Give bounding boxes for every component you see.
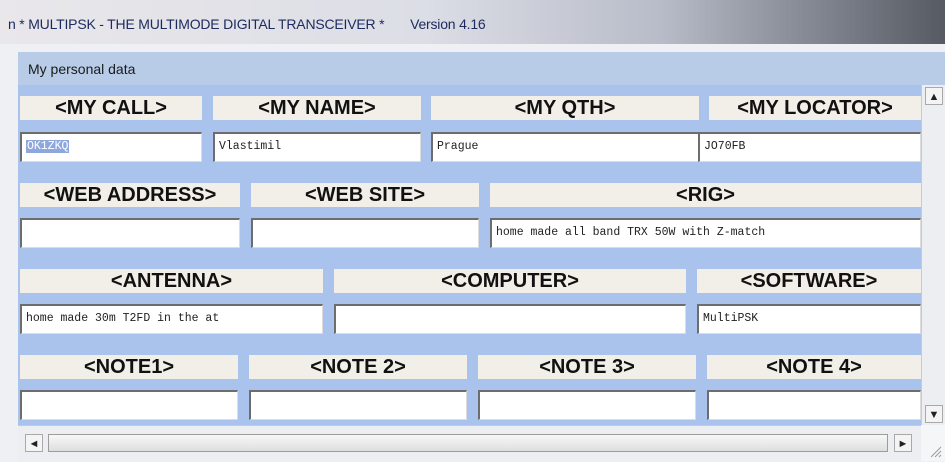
my-call-label: <MY CALL> bbox=[20, 96, 202, 120]
web-site-label: <WEB SITE> bbox=[251, 183, 479, 207]
resize-grip-icon[interactable] bbox=[928, 444, 942, 458]
my-name-field[interactable]: Vlastimil bbox=[213, 132, 421, 162]
web-address-label: <WEB ADDRESS> bbox=[20, 183, 240, 207]
note2-label: <NOTE 2> bbox=[249, 355, 467, 379]
my-locator-label: <MY LOCATOR> bbox=[709, 96, 921, 120]
antenna-label: <ANTENNA> bbox=[20, 269, 323, 293]
rig-field[interactable]: home made all band TRX 50W with Z-match bbox=[490, 218, 921, 248]
computer-field[interactable] bbox=[334, 304, 686, 334]
software-field[interactable]: MultiPSK bbox=[697, 304, 921, 334]
vertical-scrollbar[interactable]: ▲ ▼ bbox=[921, 85, 945, 425]
horizontal-scrollbar[interactable]: ◄ ► bbox=[18, 425, 921, 462]
title-bar: n * MULTIPSK - THE MULTIMODE DIGITAL TRA… bbox=[0, 0, 945, 44]
computer-label: <COMPUTER> bbox=[334, 269, 686, 293]
note4-field[interactable] bbox=[707, 390, 921, 420]
my-locator-field[interactable]: JO70FB bbox=[698, 132, 921, 162]
scroll-up-icon[interactable]: ▲ bbox=[925, 87, 943, 105]
version-label: Version 4.16 bbox=[410, 16, 486, 32]
scroll-down-icon[interactable]: ▼ bbox=[925, 405, 943, 423]
note3-label: <NOTE 3> bbox=[478, 355, 696, 379]
antenna-field[interactable]: home made 30m T2FD in the at bbox=[20, 304, 323, 334]
section-header: My personal data bbox=[18, 52, 945, 86]
section-title: My personal data bbox=[28, 61, 136, 77]
horizontal-scroll-thumb[interactable] bbox=[48, 434, 888, 452]
web-address-field[interactable] bbox=[20, 218, 240, 248]
note3-field[interactable] bbox=[478, 390, 696, 420]
note1-label: <NOTE1> bbox=[20, 355, 238, 379]
my-qth-label: <MY QTH> bbox=[431, 96, 699, 120]
web-site-field[interactable] bbox=[251, 218, 479, 248]
my-call-value: OK1ZKQ bbox=[26, 140, 70, 153]
note2-field[interactable] bbox=[249, 390, 467, 420]
software-label: <SOFTWARE> bbox=[697, 269, 921, 293]
note4-label: <NOTE 4> bbox=[707, 355, 921, 379]
scroll-left-icon[interactable]: ◄ bbox=[25, 434, 43, 452]
scroll-right-icon[interactable]: ► bbox=[894, 434, 912, 452]
rig-label: <RIG> bbox=[490, 183, 921, 207]
my-qth-field[interactable]: Prague bbox=[431, 132, 699, 162]
my-call-field[interactable]: OK1ZKQ bbox=[20, 132, 202, 162]
personal-data-form: <MY CALL> <MY NAME> <MY QTH> <MY LOCATOR… bbox=[18, 85, 921, 425]
window-title: n * MULTIPSK - THE MULTIMODE DIGITAL TRA… bbox=[8, 16, 385, 32]
my-name-label: <MY NAME> bbox=[213, 96, 421, 120]
note1-field[interactable] bbox=[20, 390, 238, 420]
